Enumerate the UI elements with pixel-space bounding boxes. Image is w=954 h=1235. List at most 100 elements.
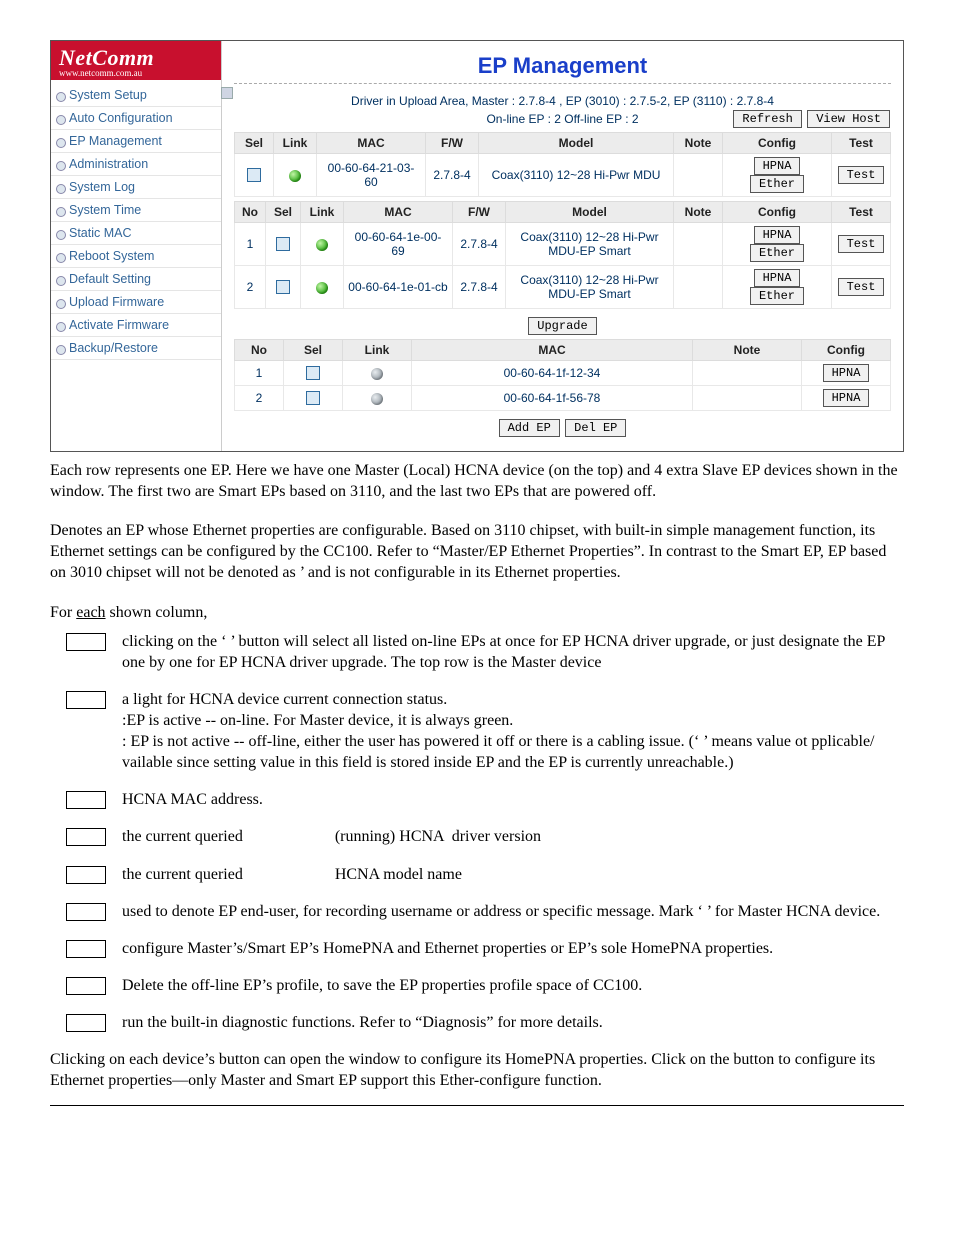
cell-no: 2 xyxy=(235,386,284,411)
table-row: 00-60-64-21-03-60 2.7.8-4 Coax(3110) 12~… xyxy=(235,154,891,197)
view-host-button[interactable]: View Host xyxy=(807,110,890,128)
cell-mac: 00-60-64-1e-00-69 xyxy=(344,223,453,266)
link-led-icon xyxy=(316,282,328,294)
definition-config: configure Master’s/Smart EP’s HomePNA an… xyxy=(122,938,904,959)
definition-model: the current queried HCNA model name xyxy=(122,864,904,885)
hpna-button[interactable]: HPNA xyxy=(823,364,870,382)
cell-note xyxy=(693,386,802,411)
col-link: Link xyxy=(343,340,412,361)
mac-key-icon xyxy=(66,791,106,809)
cell-no: 1 xyxy=(235,223,266,266)
col-mac: MAC xyxy=(344,202,453,223)
add-ep-button[interactable]: Add EP xyxy=(499,419,560,437)
paragraph: Denotes an EP whose Ethernet properties … xyxy=(50,520,904,583)
model-key-icon xyxy=(66,866,106,884)
definition-sel: clicking on the ‘ ’ button will select a… xyxy=(122,631,904,673)
hpna-button[interactable]: HPNA xyxy=(823,389,870,407)
select-checkbox[interactable] xyxy=(247,168,261,182)
driver-info-line: Driver in Upload Area, Master : 2.7.8-4 … xyxy=(234,94,891,108)
del-ep-button[interactable]: Del EP xyxy=(565,419,626,437)
main-panel: EP Management Driver in Upload Area, Mas… xyxy=(222,41,903,451)
nav-item[interactable]: Auto Configuration xyxy=(51,107,221,130)
nav-item[interactable]: System Log xyxy=(51,176,221,199)
cell-fw: 2.7.8-4 xyxy=(426,154,479,197)
master-ep-table: Sel Link MAC F/W Model Note Config Test … xyxy=(234,132,891,197)
nav-list: System Setup Auto Configuration EP Manag… xyxy=(51,84,221,360)
test-button[interactable]: Test xyxy=(838,235,885,253)
ep-count-text: On-line EP : 2 Off-line EP : 2 xyxy=(486,112,638,126)
definition-link: a light for HCNA device current connecti… xyxy=(122,689,904,773)
column-definitions: clicking on the ‘ ’ button will select a… xyxy=(50,631,904,1033)
brand-name: NetComm xyxy=(59,45,154,70)
col-test: Test xyxy=(832,202,891,223)
hpna-button[interactable]: HPNA xyxy=(754,226,801,244)
link-led-icon xyxy=(289,170,301,182)
cell-mac: 00-60-64-1f-12-34 xyxy=(412,361,693,386)
cell-fw: 2.7.8-4 xyxy=(453,266,506,309)
nav-item[interactable]: Upload Firmware xyxy=(51,291,221,314)
nav-item[interactable]: Activate Firmware xyxy=(51,314,221,337)
col-sel: Sel xyxy=(235,133,274,154)
nav-item[interactable]: System Time xyxy=(51,199,221,222)
col-no: No xyxy=(235,202,266,223)
cell-model: Coax(3110) 12~28 Hi-Pwr MDU-EP Smart xyxy=(506,223,674,266)
nav-item[interactable]: Administration xyxy=(51,153,221,176)
cell-model: Coax(3110) 12~28 Hi-Pwr MDU-EP Smart xyxy=(506,266,674,309)
col-test: Test xyxy=(832,133,891,154)
nav-item[interactable]: EP Management xyxy=(51,130,221,153)
cell-model: Coax(3110) 12~28 Hi-Pwr MDU xyxy=(479,154,674,197)
cell-no: 1 xyxy=(235,361,284,386)
sel-key-icon xyxy=(66,633,106,651)
cell-mac: 00-60-64-21-03-60 xyxy=(317,154,426,197)
online-ep-table: No Sel Link MAC F/W Model Note Config Te… xyxy=(234,201,891,309)
definition-del: Delete the off-line EP’s profile, to sav… xyxy=(122,975,904,996)
select-checkbox[interactable] xyxy=(306,391,320,405)
col-config: Config xyxy=(802,340,891,361)
definition-note: used to denote EP end-user, for recordin… xyxy=(122,901,904,922)
col-link: Link xyxy=(274,133,317,154)
col-fw: F/W xyxy=(426,133,479,154)
document-body: Each row represents one EP. Here we have… xyxy=(50,460,904,1091)
cell-note xyxy=(674,266,723,309)
select-checkbox[interactable] xyxy=(276,280,290,294)
paragraph: Each row represents one EP. Here we have… xyxy=(50,460,904,502)
ether-button[interactable]: Ether xyxy=(750,175,804,193)
table-row: 2 00-60-64-1e-01-cb 2.7.8-4 Coax(3110) 1… xyxy=(235,266,891,309)
refresh-button[interactable]: Refresh xyxy=(733,110,801,128)
config-key-icon xyxy=(66,940,106,958)
col-mac: MAC xyxy=(317,133,426,154)
hpna-button[interactable]: HPNA xyxy=(754,157,801,175)
table-row: 2 00-60-64-1f-56-78 HPNA xyxy=(235,386,891,411)
col-config: Config xyxy=(723,202,832,223)
ether-button[interactable]: Ether xyxy=(750,244,804,262)
select-checkbox[interactable] xyxy=(276,237,290,251)
nav-item[interactable]: System Setup xyxy=(51,84,221,107)
nav-item[interactable]: Backup/Restore xyxy=(51,337,221,360)
test-button[interactable]: Test xyxy=(838,166,885,184)
ep-count-line: On-line EP : 2 Off-line EP : 2 Refresh V… xyxy=(234,112,891,126)
col-no: No xyxy=(235,340,284,361)
nav-item[interactable]: Default Setting xyxy=(51,268,221,291)
nav-item[interactable]: Static MAC xyxy=(51,222,221,245)
fw-key-icon xyxy=(66,828,106,846)
del-key-icon xyxy=(66,977,106,995)
upgrade-button[interactable]: Upgrade xyxy=(528,317,596,335)
ether-button[interactable]: Ether xyxy=(750,287,804,305)
nav-item[interactable]: Reboot System xyxy=(51,245,221,268)
select-checkbox[interactable] xyxy=(306,366,320,380)
test-button[interactable]: Test xyxy=(838,278,885,296)
table-row: 1 00-60-64-1f-12-34 HPNA xyxy=(235,361,891,386)
sidebar: NetComm www.netcomm.com.au System Setup … xyxy=(51,41,222,451)
brand-url: www.netcomm.com.au xyxy=(59,69,213,78)
col-note: Note xyxy=(674,202,723,223)
app-screenshot: NetComm www.netcomm.com.au System Setup … xyxy=(50,40,904,452)
page-title: EP Management xyxy=(234,53,891,84)
cell-mac: 00-60-64-1e-01-cb xyxy=(344,266,453,309)
table-row: 1 00-60-64-1e-00-69 2.7.8-4 Coax(3110) 1… xyxy=(235,223,891,266)
cell-note xyxy=(693,361,802,386)
hpna-button[interactable]: HPNA xyxy=(754,269,801,287)
note-key-icon xyxy=(66,903,106,921)
cell-mac: 00-60-64-1f-56-78 xyxy=(412,386,693,411)
link-led-icon xyxy=(371,368,383,380)
cell-note xyxy=(674,223,723,266)
